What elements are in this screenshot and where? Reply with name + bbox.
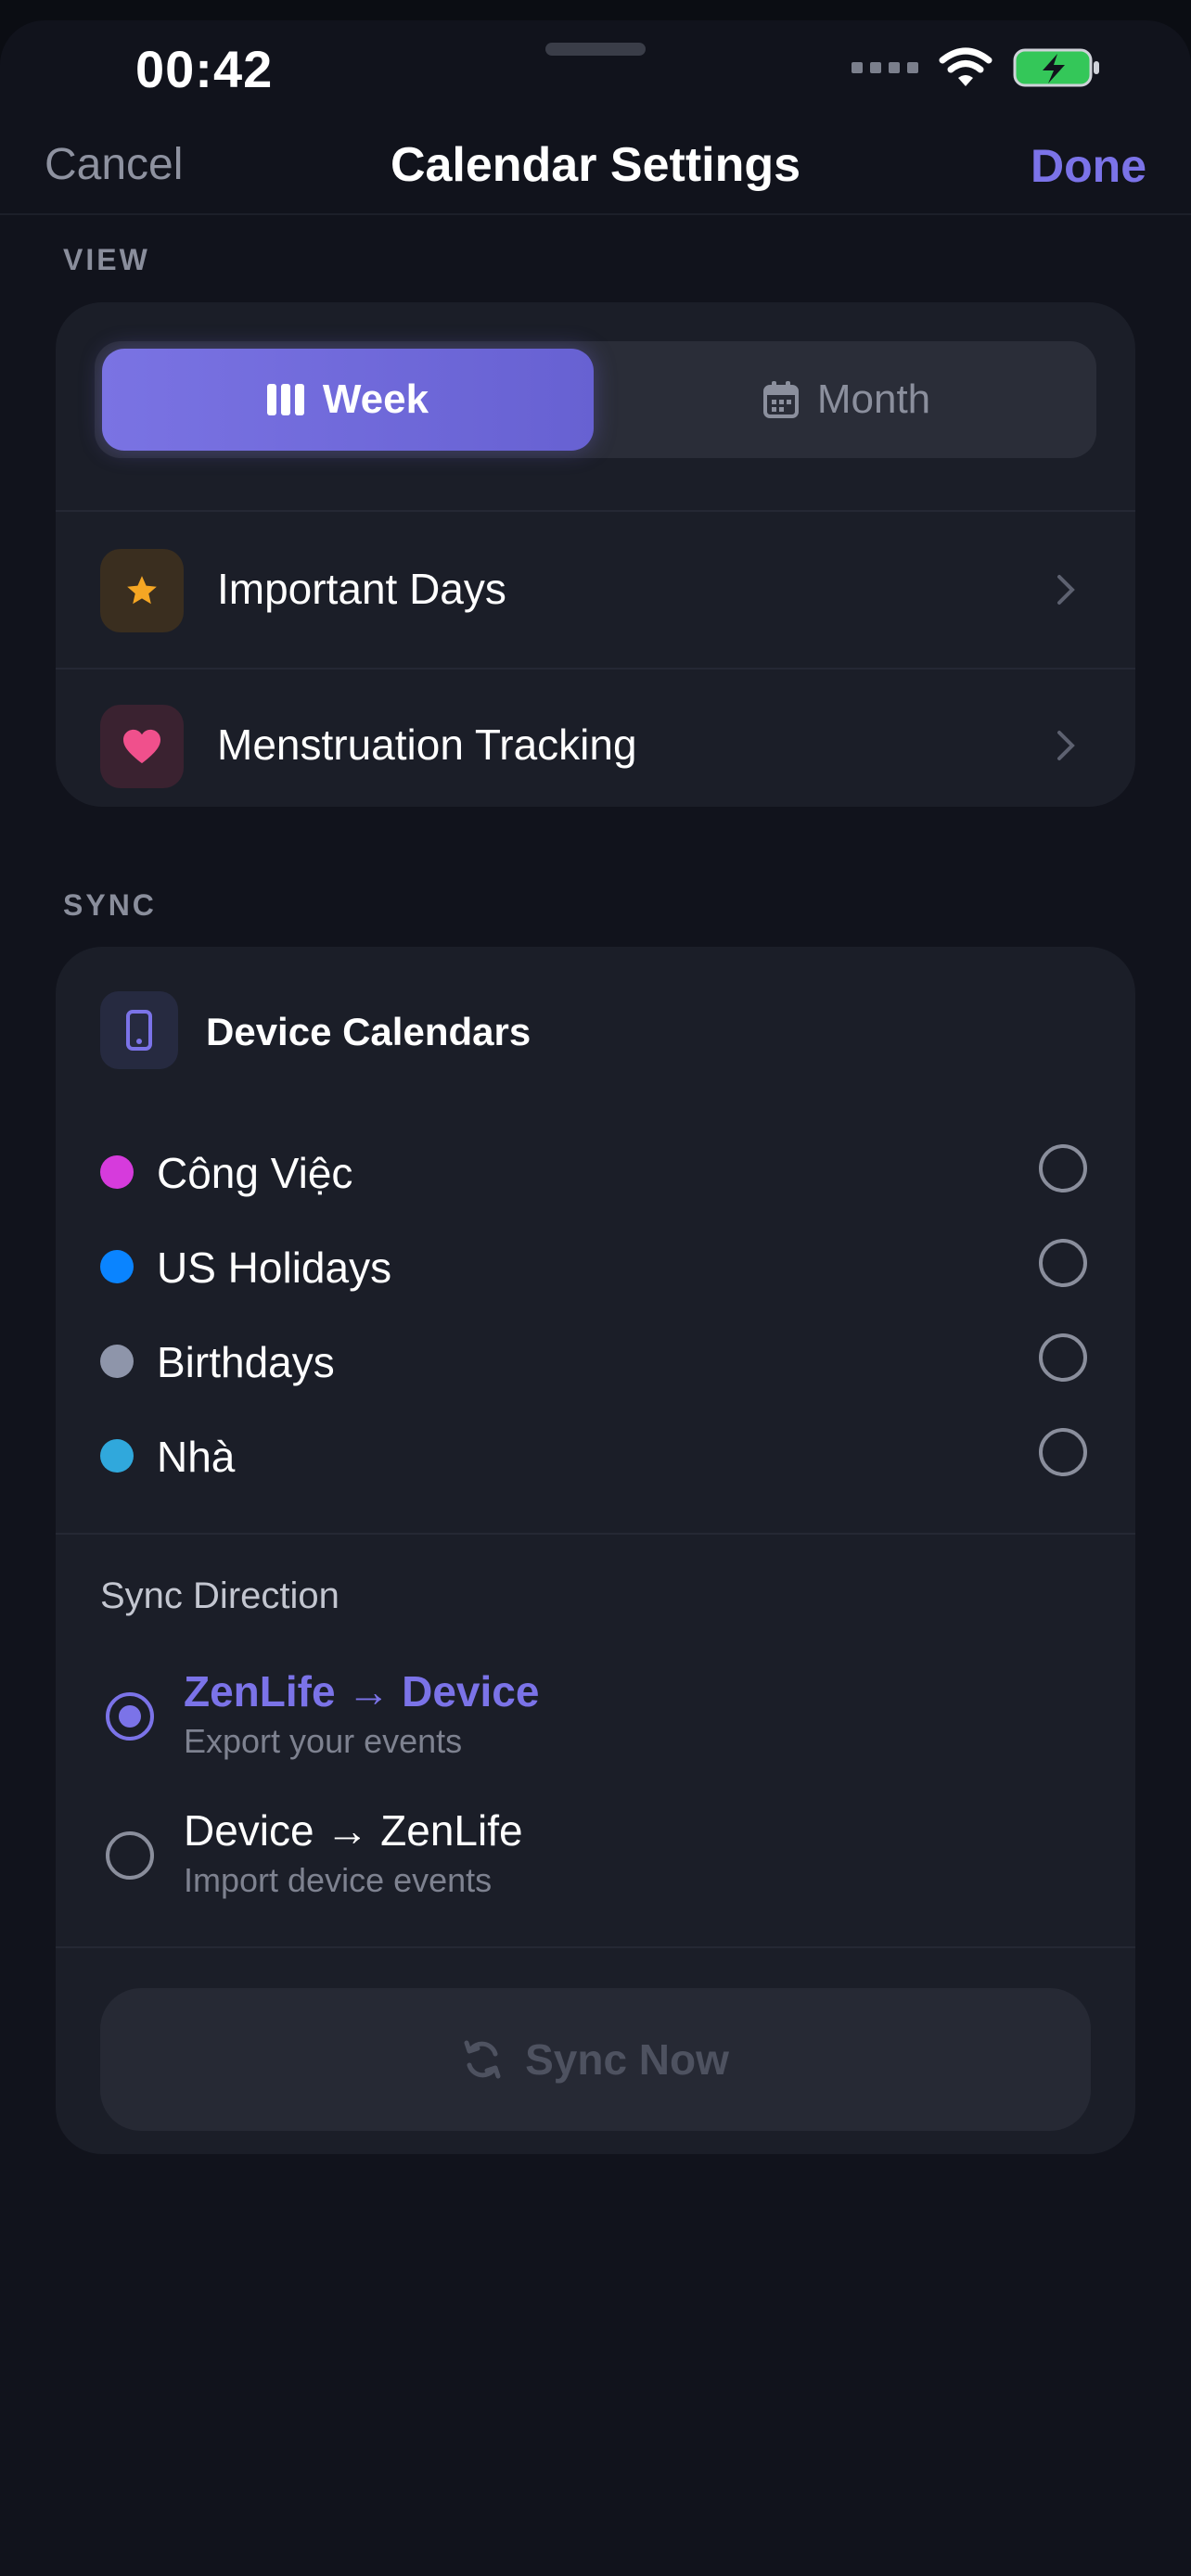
calendar-row[interactable]: Nhà xyxy=(56,1409,1135,1502)
calendar-checkbox[interactable] xyxy=(1039,1428,1087,1476)
battery-charging-icon xyxy=(1013,48,1099,87)
calendar-name: Công Việc xyxy=(157,1149,353,1197)
calendar-checkbox[interactable] xyxy=(1039,1144,1087,1192)
view-mode-segmented-control: Week Month xyxy=(95,341,1096,458)
sync-section-label: SYNC xyxy=(63,888,157,922)
sync-option-subtitle: Export your events xyxy=(184,1722,463,1760)
sync-option-import[interactable]: Device → ZenLife Import device events xyxy=(100,1805,1083,1926)
menstruation-tracking-row[interactable]: Menstruation Tracking xyxy=(56,670,1135,807)
calendar-color-dot xyxy=(100,1155,134,1189)
week-segment-label: Week xyxy=(322,376,429,422)
device-calendars-title: Device Calendars xyxy=(206,1010,531,1053)
sync-icon xyxy=(464,2040,501,2079)
calendar-row[interactable]: Công Việc xyxy=(56,1126,1135,1218)
cellular-signal-icon xyxy=(852,62,918,73)
sync-now-label: Sync Now xyxy=(525,2035,729,2084)
week-segment[interactable]: Week xyxy=(102,349,594,451)
navigation-bar: Cancel Calendar Settings Done xyxy=(0,102,1191,215)
sync-now-button[interactable]: Sync Now xyxy=(100,1988,1091,2131)
columns-icon xyxy=(266,384,304,415)
calendar-row[interactable]: Birthdays xyxy=(56,1315,1135,1408)
status-time: 00:42 xyxy=(135,40,274,98)
calendar-color-dot xyxy=(100,1439,134,1473)
status-icons xyxy=(852,46,1102,89)
page-title: Calendar Settings xyxy=(390,138,801,192)
view-section-label: VIEW xyxy=(63,243,150,276)
calendar-icon xyxy=(762,381,799,418)
sync-option-title: Device → ZenLife xyxy=(184,1806,523,1855)
sync-card: Device Calendars Công Việc US Holidays B… xyxy=(56,947,1135,2154)
calendar-name: Nhà xyxy=(157,1433,236,1481)
calendar-row[interactable]: US Holidays xyxy=(56,1220,1135,1313)
sync-option-export[interactable]: ZenLife → Device Export your events xyxy=(100,1666,1083,1787)
month-segment-label: Month xyxy=(816,376,931,422)
important-days-row[interactable]: Important Days xyxy=(56,512,1135,670)
calendar-checkbox[interactable] xyxy=(1039,1333,1087,1382)
view-card: Week Month Important Days Menstruation T… xyxy=(56,302,1135,807)
wifi-icon xyxy=(939,47,992,86)
menstruation-tracking-label: Menstruation Tracking xyxy=(217,721,637,769)
sync-option-subtitle: Import device events xyxy=(184,1861,493,1899)
divider xyxy=(56,1533,1135,1535)
calendar-color-dot xyxy=(100,1250,134,1283)
star-icon xyxy=(100,549,184,632)
sync-direction-label: Sync Direction xyxy=(100,1575,339,1616)
calendar-name: US Holidays xyxy=(157,1243,392,1292)
sync-option-title: ZenLife → Device xyxy=(184,1667,540,1715)
heart-icon xyxy=(100,705,184,788)
calendar-name: Birthdays xyxy=(157,1338,335,1386)
chevron-right-icon xyxy=(1057,575,1075,605)
calendar-settings-sheet: 00:42 Cancel Calendar Settings Done VIEW xyxy=(0,20,1191,2576)
done-button[interactable]: Done xyxy=(1031,139,1146,193)
sheet-grabber[interactable] xyxy=(545,43,646,56)
chevron-right-icon xyxy=(1057,731,1075,760)
month-segment[interactable]: Month xyxy=(605,349,1089,451)
phone-icon xyxy=(100,991,178,1069)
radio-button-selected[interactable] xyxy=(106,1692,154,1741)
calendar-color-dot xyxy=(100,1345,134,1378)
divider xyxy=(56,1946,1135,1948)
calendar-checkbox[interactable] xyxy=(1039,1239,1087,1287)
important-days-label: Important Days xyxy=(217,565,506,613)
radio-button[interactable] xyxy=(106,1831,154,1880)
